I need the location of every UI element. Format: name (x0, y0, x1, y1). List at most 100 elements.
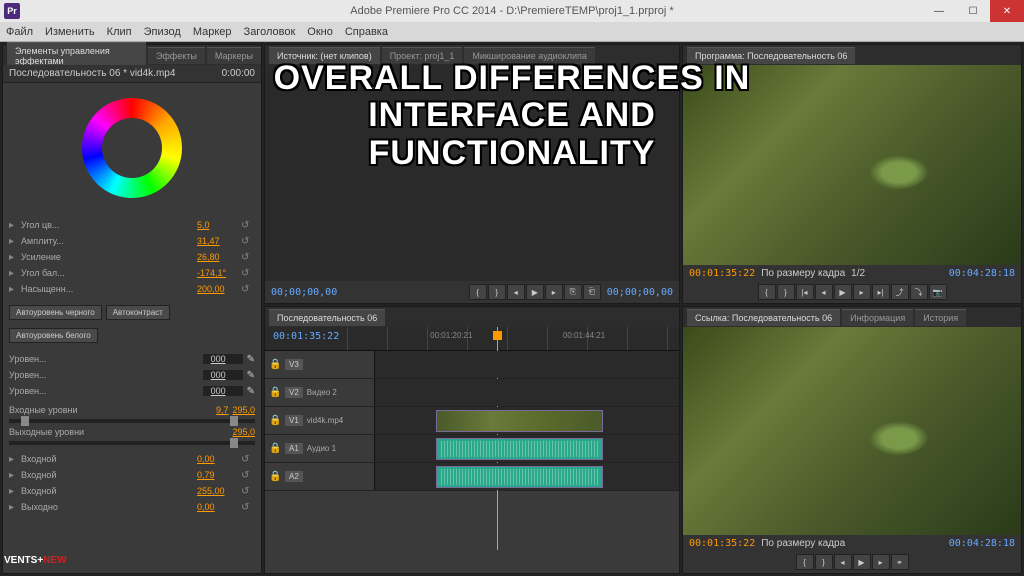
disclosure-icon[interactable]: ▸ (9, 284, 17, 295)
input-slider[interactable] (9, 419, 255, 423)
param-value[interactable]: 0,00 (197, 454, 237, 464)
lock-icon[interactable]: 🔒 (269, 387, 281, 398)
prog-goto-out[interactable]: ▸| (872, 284, 890, 300)
input-levels-v2[interactable]: 295,0 (232, 405, 255, 415)
menu-file[interactable]: Файл (6, 26, 33, 38)
output-slider[interactable] (9, 441, 255, 445)
ref-play[interactable]: ▶ (853, 554, 871, 570)
reset-icon[interactable]: ↺ (241, 486, 255, 497)
tab-timeline[interactable]: Последовательность 06 (269, 309, 385, 326)
track-body[interactable] (375, 407, 679, 434)
level-value[interactable]: 000 (203, 386, 243, 396)
tab-info[interactable]: Информация (842, 309, 913, 326)
ref-tc-right[interactable]: 00:04:28:18 (949, 538, 1015, 549)
timeline-tc[interactable]: 00:01:35:22 (265, 327, 347, 350)
track-body[interactable] (375, 435, 679, 462)
param-value[interactable]: 5,0 (197, 220, 237, 230)
tab-history[interactable]: История (915, 309, 966, 326)
ref-out[interactable]: } (815, 554, 833, 570)
ref-gang[interactable]: ⚭ (891, 554, 909, 570)
ref-tc-left[interactable]: 00:01:35:22 (689, 538, 755, 549)
timeline-ruler[interactable]: 00:01:35:22 00:01:20:21 00:01:44:21 (265, 327, 679, 351)
tab-markers[interactable]: Маркеры (207, 47, 261, 64)
program-tc-left[interactable]: 00:01:35:22 (689, 268, 755, 279)
prog-lift[interactable]: ⤴ (891, 284, 909, 300)
auto-contrast-button[interactable]: Автоконтраст (106, 305, 170, 320)
prog-export[interactable]: 📷 (929, 284, 947, 300)
ref-scale[interactable]: По размеру кадра (761, 538, 845, 549)
reference-monitor[interactable] (683, 327, 1021, 535)
disclosure-icon[interactable]: ▸ (9, 454, 17, 465)
track-id[interactable]: A1 (285, 443, 303, 454)
disclosure-icon[interactable]: ▸ (9, 236, 17, 247)
prog-mark-out[interactable]: } (777, 284, 795, 300)
program-tc-right[interactable]: 00:04:28:18 (949, 268, 1015, 279)
auto-black-button[interactable]: Автоуровень черного (9, 305, 102, 320)
lock-icon[interactable]: 🔒 (269, 443, 281, 454)
menu-sequence[interactable]: Эпизод (144, 26, 181, 38)
menu-clip[interactable]: Клип (107, 26, 132, 38)
disclosure-icon[interactable]: ▸ (9, 502, 17, 513)
menu-edit[interactable]: Изменить (45, 26, 95, 38)
eyedropper-icon[interactable]: ✎ (247, 354, 255, 365)
prog-step-fwd[interactable]: ▸ (853, 284, 871, 300)
param-value[interactable]: 0,79 (197, 470, 237, 480)
mark-out-button[interactable]: } (488, 284, 506, 300)
clip[interactable] (436, 466, 603, 488)
param-value[interactable]: 26,80 (197, 252, 237, 262)
lock-icon[interactable]: 🔒 (269, 471, 281, 482)
source-tc-left[interactable]: 00;00;00,00 (271, 287, 337, 298)
disclosure-icon[interactable]: ▸ (9, 486, 17, 497)
menu-window[interactable]: Окно (307, 26, 333, 38)
track-id[interactable]: V2 (285, 387, 303, 398)
ref-fwd[interactable]: ▸ (872, 554, 890, 570)
program-half[interactable]: 1/2 (851, 268, 865, 279)
ref-in[interactable]: { (796, 554, 814, 570)
prog-mark-in[interactable]: { (758, 284, 776, 300)
track-id[interactable]: V1 (285, 415, 303, 426)
eyedropper-icon[interactable]: ✎ (247, 386, 255, 397)
menu-marker[interactable]: Маркер (193, 26, 232, 38)
reset-icon[interactable]: ↺ (241, 252, 255, 263)
disclosure-icon[interactable]: ▸ (9, 220, 17, 231)
track-id[interactable]: A2 (285, 471, 303, 482)
play-button[interactable]: ▶ (526, 284, 544, 300)
level-value[interactable]: 000 (203, 370, 243, 380)
overwrite-button[interactable]: ⎗ (583, 284, 601, 300)
track-body[interactable] (375, 379, 679, 406)
output-levels-v1[interactable]: 295,0 (232, 427, 255, 437)
prog-play[interactable]: ▶ (834, 284, 852, 300)
reset-icon[interactable]: ↺ (241, 470, 255, 481)
disclosure-icon[interactable]: ▸ (9, 470, 17, 481)
param-value[interactable]: 31,47 (197, 236, 237, 246)
param-value[interactable]: 255,00 (197, 486, 237, 496)
step-fwd-button[interactable]: ▸ (545, 284, 563, 300)
tab-reference[interactable]: Ссылка: Последовательность 06 (687, 309, 840, 326)
ref-back[interactable]: ◂ (834, 554, 852, 570)
color-wheel[interactable] (3, 83, 261, 213)
clip[interactable] (436, 438, 603, 460)
maximize-button[interactable]: ☐ (956, 0, 990, 22)
menu-help[interactable]: Справка (345, 26, 388, 38)
prog-goto-in[interactable]: |◂ (796, 284, 814, 300)
minimize-button[interactable]: — (922, 0, 956, 22)
level-value[interactable]: 000 (203, 354, 243, 364)
reset-icon[interactable]: ↺ (241, 236, 255, 247)
track-body[interactable] (375, 351, 679, 378)
disclosure-icon[interactable]: ▸ (9, 268, 17, 279)
tab-effects[interactable]: Эффекты (148, 47, 205, 64)
prog-extract[interactable]: ⤵ (910, 284, 928, 300)
clip[interactable] (436, 410, 603, 432)
input-levels-v1[interactable]: 9,7 (216, 405, 229, 415)
reset-icon[interactable]: ↺ (241, 502, 255, 513)
track-body[interactable] (375, 463, 679, 490)
insert-button[interactable]: ⎘ (564, 284, 582, 300)
program-scale[interactable]: По размеру кадра (761, 268, 845, 279)
reset-icon[interactable]: ↺ (241, 220, 255, 231)
lock-icon[interactable]: 🔒 (269, 415, 281, 426)
param-value[interactable]: 0,00 (197, 502, 237, 512)
lock-icon[interactable]: 🔒 (269, 359, 281, 370)
reset-icon[interactable]: ↺ (241, 268, 255, 279)
reset-icon[interactable]: ↺ (241, 284, 255, 295)
menu-title[interactable]: Заголовок (244, 26, 296, 38)
